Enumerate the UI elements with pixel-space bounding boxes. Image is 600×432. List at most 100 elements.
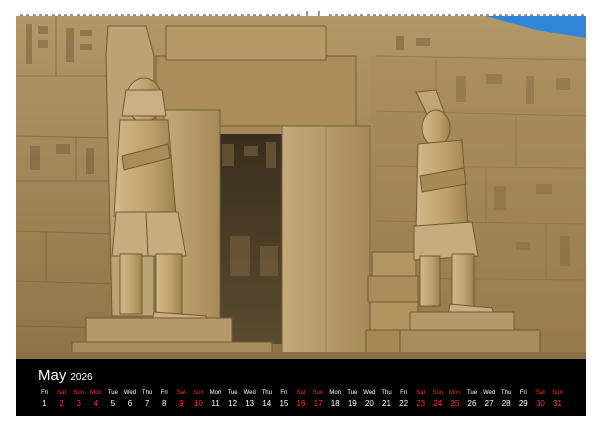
weekday-label: Wed [482, 390, 496, 396]
year: 2026 [70, 372, 93, 383]
weekday-label: Fri [41, 390, 48, 396]
weekday-label: Thu [141, 390, 153, 396]
day-number: 20 [364, 399, 374, 408]
day-number: 30 [535, 399, 545, 408]
weekday-label: Sat [416, 390, 426, 396]
day-cell: Sat 23 [412, 389, 429, 411]
day-number: 2 [59, 399, 64, 408]
day-number: 22 [399, 399, 409, 408]
day-cell: Sun 31 [549, 389, 566, 411]
weekday-label: Wed [243, 390, 256, 396]
day-cell: Tue 26 [464, 389, 481, 411]
calendar-bar: May 2026 Fri 1 Sat 2 Sun 3 Mon 4 Tue 5 Wed 6 Thu 7 Fri 8… [16, 359, 586, 416]
day-cell: Wed 13 [241, 389, 258, 411]
day-number: 15 [279, 399, 289, 408]
day-number: 8 [161, 399, 167, 408]
day-cell: Fri 8 [156, 389, 173, 411]
day-number: 14 [262, 399, 272, 408]
weekday-label: Mon [209, 390, 222, 396]
day-number: 1 [42, 399, 47, 408]
day-cell: Tue 12 [224, 389, 241, 411]
weekday-label: Sun [552, 390, 563, 396]
day-cell: Mon 11 [207, 389, 224, 411]
day-number: 6 [127, 399, 133, 408]
calendar-page: May 2026 Fri 1 Sat 2 Sun 3 Mon 4 Tue 5 Wed 6 Thu 7 Fri 8… [0, 0, 600, 432]
day-number: 4 [93, 399, 99, 408]
day-cell: Wed 20 [361, 389, 378, 411]
weekday-label: Mon [329, 390, 342, 396]
weekday-label: Thu [381, 390, 392, 396]
day-number: 11 [211, 399, 220, 408]
temple-photo [16, 16, 586, 359]
day-number: 13 [245, 399, 255, 408]
day-cell: Fri 29 [515, 389, 532, 411]
day-cell: Sun 10 [190, 389, 207, 411]
weekday-label: Fri [519, 390, 527, 396]
day-number: 19 [347, 399, 357, 408]
day-number: 31 [553, 399, 562, 408]
day-cell: Thu 7 [139, 389, 156, 411]
day-cell: Wed 6 [122, 389, 139, 411]
weekday-label: Tue [227, 390, 238, 396]
day-number: 25 [450, 399, 460, 408]
weekday-label: Wed [363, 390, 376, 396]
weekday-label: Thu [501, 390, 512, 396]
temple-illustration [16, 16, 586, 359]
day-cell: Thu 28 [498, 389, 515, 411]
day-number: 7 [144, 399, 150, 408]
day-cell: Sun 24 [429, 389, 446, 411]
day-grid: Fri 1 Sat 2 Sun 3 Mon 4 Tue 5 Wed 6 Thu 7 Fri 8 Sat 9 Sun 1… [36, 389, 566, 413]
weekday-label: Fri [400, 390, 408, 396]
day-number: 5 [110, 399, 116, 408]
day-cell: Sat 9 [173, 389, 190, 411]
weekday-label: Mon [449, 390, 461, 396]
weekday-label: Thu [261, 390, 272, 396]
day-cell: Fri 22 [395, 389, 412, 411]
weekday-label: Fri [160, 390, 168, 396]
day-number: 24 [433, 399, 443, 408]
day-cell: Tue 19 [344, 389, 361, 411]
day-number: 9 [179, 399, 184, 408]
day-cell: Sun 17 [310, 389, 327, 411]
calendar-title: May 2026 [38, 367, 93, 385]
weekday-label: Sat [535, 390, 545, 396]
day-cell: Mon 18 [327, 389, 344, 411]
day-number: 26 [467, 399, 477, 408]
day-cell: Wed 27 [481, 389, 498, 411]
month-name: May [38, 367, 67, 384]
day-cell: Fri 1 [36, 389, 53, 411]
day-number: 16 [296, 399, 306, 408]
weekday-label: Mon [89, 390, 102, 396]
day-number: 18 [330, 399, 340, 408]
day-cell: Sat 30 [532, 389, 549, 411]
day-number: 27 [484, 399, 494, 408]
weekday-label: Tue [107, 390, 118, 396]
day-number: 10 [193, 399, 203, 408]
day-cell: Thu 21 [378, 389, 395, 411]
weekday-label: Tue [466, 390, 478, 396]
weekday-label: Sat [57, 390, 67, 396]
day-number: 28 [501, 399, 511, 408]
day-number: 29 [518, 399, 528, 408]
upper-block [165, 25, 327, 61]
day-cell: Mon 25 [446, 389, 463, 411]
weekday-label: Sun [312, 390, 324, 396]
ground [16, 352, 586, 359]
day-cell: Sat 2 [53, 389, 70, 411]
weekday-label: Sat [296, 390, 306, 396]
weekday-label: Sun [432, 390, 444, 396]
weekday-label: Sun [73, 390, 85, 396]
weekday-label: Tue [347, 390, 358, 396]
day-number: 12 [228, 399, 238, 408]
day-number: 3 [76, 399, 81, 408]
day-cell: Tue 5 [104, 389, 121, 411]
weekday-label: Fri [280, 390, 288, 396]
weekday-label: Wed [123, 390, 137, 396]
day-cell: Mon 4 [87, 389, 104, 411]
day-cell: Thu 14 [258, 389, 275, 411]
day-number: 21 [382, 399, 391, 408]
day-cell: Sat 16 [293, 389, 310, 411]
weekday-label: Sat [176, 390, 186, 396]
weekday-label: Sun [193, 390, 204, 396]
day-number: 17 [313, 399, 323, 408]
